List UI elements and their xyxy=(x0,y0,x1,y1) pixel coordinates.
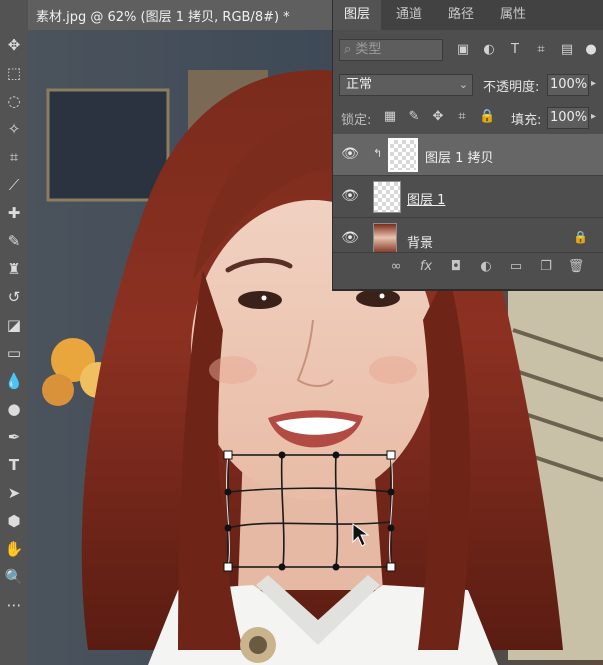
healing-brush-tool-icon[interactable]: ✚ xyxy=(4,203,24,223)
layer-name[interactable]: 图层 1 xyxy=(407,189,445,208)
blend-mode-value: 正常 xyxy=(346,77,373,92)
new-group-icon[interactable]: ▭ xyxy=(507,258,525,276)
lasso-tool-icon[interactable]: ◌ xyxy=(4,91,24,111)
tools-panel: ✥ ⬚ ◌ ✧ ⌗ ⟋ ✚ ✎ ♜ ↺ ◪ ▭ 💧 ● ✒ T ➤ ⬢ ✋ 🔍 … xyxy=(0,0,29,665)
lock-pixels-icon[interactable]: ✎ xyxy=(407,109,421,124)
blend-row: 正常 ⌄ 不透明度: 100% ▸ xyxy=(333,72,603,100)
layers-panel: 图层 通道 路径 属性 ⌕ 类型 ▣ ◐ T ⌗ ▤ ● 正常 ⌄ 不透明度: … xyxy=(332,0,603,291)
search-icon: ⌕ xyxy=(344,42,356,57)
layer-thumbnail[interactable] xyxy=(373,181,401,213)
path-selection-tool-icon[interactable]: ➤ xyxy=(4,483,24,503)
adjustment-layer-icon[interactable]: ◐ xyxy=(477,258,495,276)
move-tool-icon[interactable]: ✥ xyxy=(4,35,24,55)
opacity-label: 不透明度: xyxy=(483,80,540,95)
add-mask-icon[interactable]: ◘ xyxy=(447,258,465,276)
layer-row-background[interactable]: 👁 背景 🔒 xyxy=(333,218,603,253)
layer-filter-select[interactable]: ⌕ 类型 xyxy=(339,39,443,61)
document-tab[interactable]: 素材.jpg @ 62% (图层 1 拷贝, RGB/8#) * × xyxy=(28,0,344,31)
fill-input[interactable]: 100% xyxy=(547,107,589,129)
document-title: 素材.jpg @ 62% (图层 1 拷贝, RGB/8#) * xyxy=(36,10,290,25)
shape-filter-icon[interactable]: ⌗ xyxy=(533,42,549,57)
pixel-filter-icon[interactable]: ▣ xyxy=(455,42,471,57)
layer-row-1[interactable]: 👁 图层 1 xyxy=(333,176,603,218)
filter-toggle-icon[interactable]: ● xyxy=(585,42,597,57)
smart-object-filter-icon[interactable]: ▤ xyxy=(559,42,575,57)
new-layer-icon[interactable]: ❐ xyxy=(537,258,555,276)
clone-stamp-tool-icon[interactable]: ♜ xyxy=(4,259,24,279)
gradient-tool-icon[interactable]: ▭ xyxy=(4,343,24,363)
magic-wand-tool-icon[interactable]: ✧ xyxy=(4,119,24,139)
brush-tool-icon[interactable]: ✎ xyxy=(4,231,24,251)
fill-label: 填充: xyxy=(511,113,542,128)
tab-properties[interactable]: 属性 xyxy=(489,0,537,30)
lock-artboard-icon[interactable]: ⌗ xyxy=(455,109,469,124)
chevron-down-icon: ⌄ xyxy=(458,78,468,91)
lock-position-icon[interactable]: ✥ xyxy=(431,109,445,124)
lock-transparent-icon[interactable]: ▦ xyxy=(383,109,397,124)
lock-all-icon[interactable]: 🔒 xyxy=(479,109,495,124)
visibility-eye-icon[interactable]: 👁 xyxy=(341,230,359,246)
zoom-tool-icon[interactable]: 🔍 xyxy=(4,567,24,587)
clipping-indicator-icon: ↰ xyxy=(373,147,383,160)
link-layers-icon[interactable]: ∞ xyxy=(387,258,405,276)
opacity-input[interactable]: 100% xyxy=(547,74,589,96)
eyedropper-tool-icon[interactable]: ⟋ xyxy=(4,175,24,195)
layer-name[interactable]: 图层 1 拷贝 xyxy=(425,147,494,166)
filter-kind-label: 类型 xyxy=(355,42,382,57)
blur-tool-icon[interactable]: 💧 xyxy=(4,371,24,391)
lock-label: 锁定: xyxy=(341,113,372,128)
blend-mode-select[interactable]: 正常 ⌄ xyxy=(339,74,473,96)
type-tool-icon[interactable]: T xyxy=(4,455,24,475)
shape-tool-icon[interactable]: ⬢ xyxy=(4,511,24,531)
pen-tool-icon[interactable]: ✒ xyxy=(4,427,24,447)
type-filter-icon[interactable]: T xyxy=(507,42,523,57)
background-thumbnail[interactable] xyxy=(373,223,397,252)
lock-icon: 🔒 xyxy=(573,230,588,244)
more-tools-icon[interactable]: ⋯ xyxy=(4,595,24,615)
visibility-eye-icon[interactable]: 👁 xyxy=(341,146,359,162)
delete-layer-icon[interactable]: 🗑 xyxy=(567,258,585,276)
crop-tool-icon[interactable]: ⌗ xyxy=(4,147,24,167)
visibility-eye-icon[interactable]: 👁 xyxy=(341,188,359,204)
marquee-tool-icon[interactable]: ⬚ xyxy=(4,63,24,83)
tab-paths[interactable]: 路径 xyxy=(437,0,485,30)
fill-dropdown-icon[interactable]: ▸ xyxy=(591,111,596,122)
hand-tool-icon[interactable]: ✋ xyxy=(4,539,24,559)
layer-row-copy[interactable]: 👁 ↰ 图层 1 拷贝 xyxy=(333,134,603,176)
layer-name[interactable]: 背景 xyxy=(407,232,433,251)
layer-filter-row: ⌕ 类型 ▣ ◐ T ⌗ ▤ ● xyxy=(333,36,603,66)
history-brush-tool-icon[interactable]: ↺ xyxy=(4,287,24,307)
panel-tab-bar: 图层 通道 路径 属性 xyxy=(333,0,603,30)
eraser-tool-icon[interactable]: ◪ xyxy=(4,315,24,335)
tab-channels[interactable]: 通道 xyxy=(385,0,433,30)
lock-row: 锁定: ▦ ✎ ✥ ⌗ 🔒 填充: 100% ▸ xyxy=(333,104,603,132)
tab-layers[interactable]: 图层 xyxy=(333,0,381,30)
dodge-tool-icon[interactable]: ● xyxy=(4,399,24,419)
opacity-dropdown-icon[interactable]: ▸ xyxy=(591,78,596,89)
layer-thumbnail[interactable] xyxy=(388,138,418,172)
fx-effects-icon[interactable]: fx xyxy=(417,258,435,276)
adjustment-filter-icon[interactable]: ◐ xyxy=(481,42,497,57)
